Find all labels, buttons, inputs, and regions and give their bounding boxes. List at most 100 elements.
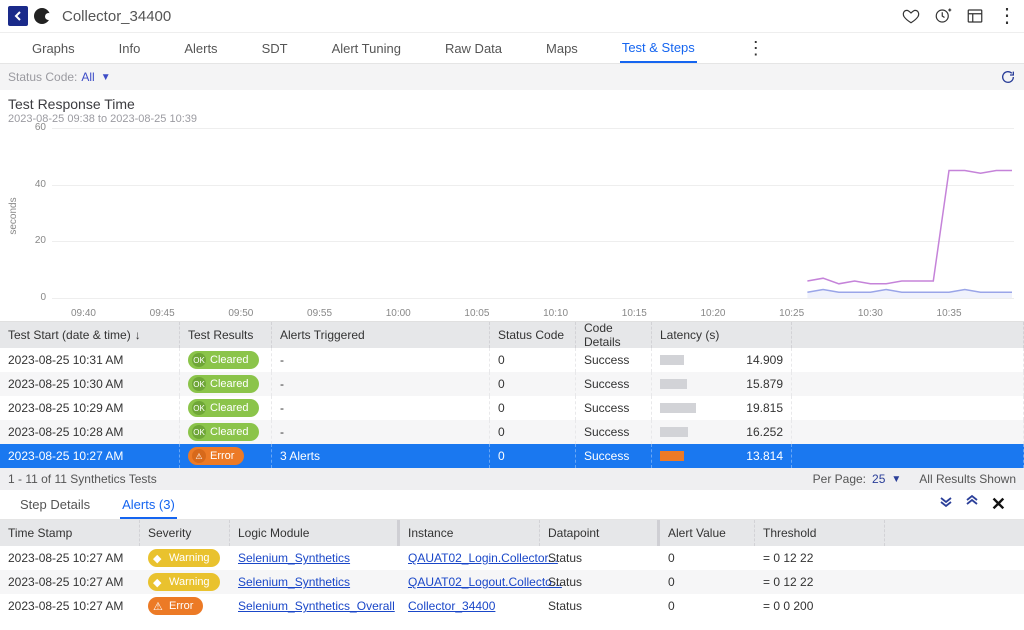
back-button[interactable] [8,6,28,26]
tabs-more-icon[interactable]: ⋮ [747,38,765,59]
table-row[interactable]: 2023-08-25 10:27 AM⚠ErrorSelenium_Synthe… [0,594,1024,618]
th-timestamp[interactable]: Time Stamp [0,520,140,546]
sort-desc-icon: ↓ [135,328,141,342]
th-alerts-triggered[interactable]: Alerts Triggered [272,322,490,348]
cell-latency: 16.252 [652,420,792,444]
cell-latency: 19.815 [652,396,792,420]
cell-test-result: ⚠Error [180,444,272,468]
cell-status-code: 0 [490,372,576,396]
tab-maps[interactable]: Maps [544,35,580,62]
cell-status-code: 0 [490,444,576,468]
cell-status-code: 0 [490,420,576,444]
cell-test-start: 2023-08-25 10:29 AM [0,396,180,420]
cell-alert-value: 0 [660,546,755,570]
cell-alerts-triggered: - [272,348,490,372]
cell-instance: QAUAT02_Login.Collector... [400,546,540,570]
layout-icon[interactable] [966,7,984,25]
cell-test-result: OKCleared [180,420,272,444]
cell-test-result: OKCleared [180,372,272,396]
more-icon[interactable]: ⋮ [998,7,1016,25]
cell-alerts-triggered: - [272,396,490,420]
subtab-step-details[interactable]: Step Details [18,492,92,517]
th-threshold[interactable]: Threshold [755,520,885,546]
th-alert-value[interactable]: Alert Value [660,520,755,546]
tests-table-body: 2023-08-25 10:31 AMOKCleared-0Success14.… [0,348,1024,468]
cell-test-result: OKCleared [180,396,272,420]
tab-info[interactable]: Info [117,35,143,62]
all-results-shown: All Results Shown [919,472,1016,486]
th-datapoint[interactable]: Datapoint [540,520,660,546]
status-code-value[interactable]: All [81,70,94,84]
table-row[interactable]: 2023-08-25 10:30 AMOKCleared-0Success15.… [0,372,1024,396]
cell-latency: 15.879 [652,372,792,396]
cell-test-start: 2023-08-25 10:27 AM [0,444,180,468]
th-code-details[interactable]: Code Details [576,322,652,348]
table-row[interactable]: 2023-08-25 10:29 AMOKCleared-0Success19.… [0,396,1024,420]
cell-datapoint: Status [540,594,660,618]
tabs: Graphs Info Alerts SDT Alert Tuning Raw … [0,32,1024,64]
favorite-icon[interactable] [902,7,920,25]
tests-table-header: Test Start (date & time)↓ Test Results A… [0,322,1024,348]
filter-bar: Status Code: All ▼ [0,64,1024,90]
th-instance[interactable]: Instance [400,520,540,546]
refresh-icon[interactable] [1000,69,1016,85]
th-severity[interactable]: Severity [140,520,230,546]
alerts-table-body: 2023-08-25 10:27 AM◆WarningSelenium_Synt… [0,546,1024,618]
cell-status-code: 0 [490,396,576,420]
th-test-start[interactable]: Test Start (date & time)↓ [0,322,180,348]
tests-table-footer: 1 - 11 of 11 Synthetics Tests Per Page: … [0,468,1024,490]
th-latency[interactable]: Latency (s) [652,322,792,348]
th-status-code[interactable]: Status Code [490,322,576,348]
cell-code-details: Success [576,396,652,420]
cell-logic-module: Selenium_Synthetics [230,546,400,570]
th-test-results[interactable]: Test Results [180,322,272,348]
tests-summary: 1 - 11 of 11 Synthetics Tests [8,472,157,486]
tab-sdt[interactable]: SDT [260,35,290,62]
cell-instance: Collector_34400 [400,594,540,618]
chevron-down-icon[interactable]: ▼ [891,474,901,485]
per-page-value[interactable]: 25 [872,472,885,486]
page-title: Collector_34400 [62,8,171,25]
table-row[interactable]: 2023-08-25 10:31 AMOKCleared-0Success14.… [0,348,1024,372]
cell-logic-module: Selenium_Synthetics [230,570,400,594]
cell-severity: ⚠Error [140,594,230,618]
detail-tabs: Step Details Alerts (3) ✕ [0,490,1024,520]
status-code-label: Status Code: [8,70,77,84]
header: Collector_34400 ⋮ [0,0,1024,32]
close-icon[interactable]: ✕ [991,494,1006,515]
subtab-alerts[interactable]: Alerts (3) [120,492,177,519]
cell-alert-value: 0 [660,594,755,618]
cell-test-result: OKCleared [180,348,272,372]
chart: Test Response Time 2023-08-25 09:38 to 2… [0,90,1024,322]
cell-instance: QAUAT02_Logout.Collecto... [400,570,540,594]
cell-test-start: 2023-08-25 10:31 AM [0,348,180,372]
cell-threshold: = 0 0 200 [755,594,885,618]
collapse-down-icon[interactable] [939,494,953,515]
table-row[interactable]: 2023-08-25 10:28 AMOKCleared-0Success16.… [0,420,1024,444]
table-row[interactable]: 2023-08-25 10:27 AM⚠Error3 Alerts0Succes… [0,444,1024,468]
tab-alert-tuning[interactable]: Alert Tuning [330,35,403,62]
clock-add-icon[interactable] [934,7,952,25]
cell-test-start: 2023-08-25 10:30 AM [0,372,180,396]
tab-alerts[interactable]: Alerts [182,35,219,62]
collapse-up-icon[interactable] [965,494,979,515]
tab-test-steps[interactable]: Test & Steps [620,34,697,63]
tab-graphs[interactable]: Graphs [30,35,77,62]
collector-icon [34,8,50,24]
table-row[interactable]: 2023-08-25 10:27 AM◆WarningSelenium_Synt… [0,546,1024,570]
cell-severity: ◆Warning [140,570,230,594]
chart-subtitle: 2023-08-25 09:38 to 2023-08-25 10:39 [8,113,1016,125]
cell-code-details: Success [576,420,652,444]
cell-threshold: = 0 12 22 [755,546,885,570]
cell-datapoint: Status [540,570,660,594]
cell-threshold: = 0 12 22 [755,570,885,594]
cell-test-start: 2023-08-25 10:28 AM [0,420,180,444]
chart-title: Test Response Time [8,96,1016,112]
cell-timestamp: 2023-08-25 10:27 AM [0,570,140,594]
cell-status-code: 0 [490,348,576,372]
tab-raw-data[interactable]: Raw Data [443,35,504,62]
chevron-down-icon[interactable]: ▼ [101,72,111,83]
table-row[interactable]: 2023-08-25 10:27 AM◆WarningSelenium_Synt… [0,570,1024,594]
cell-latency: 14.909 [652,348,792,372]
th-logic-module[interactable]: Logic Module [230,520,400,546]
